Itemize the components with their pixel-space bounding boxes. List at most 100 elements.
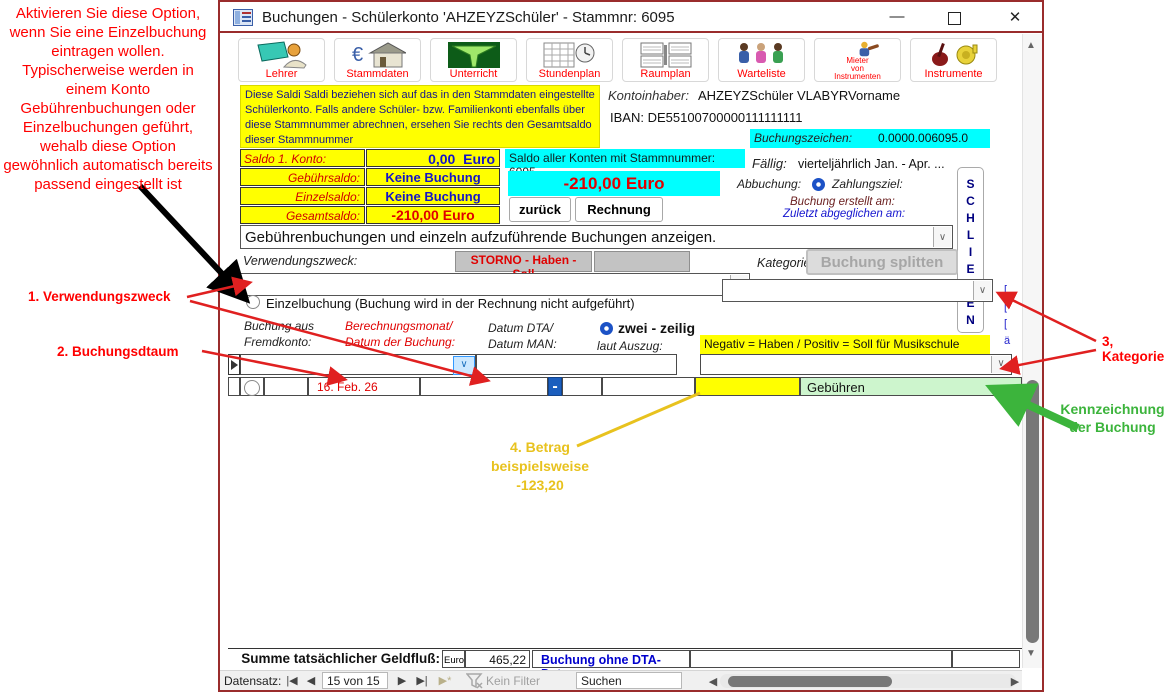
iban-value: IBAN: DE55100700000111111111 (610, 110, 803, 125)
timetable-icon (542, 41, 598, 69)
chevron-down-icon[interactable]: ∨ (991, 356, 1010, 373)
last-record-button[interactable]: ▶| (412, 672, 432, 690)
vertical-scrollbar-track[interactable]: ▲ ▼ (1022, 34, 1042, 668)
buchungszeichen-label: Buchungszeichen: (754, 131, 852, 145)
fremdkonto-label: Buchung aus Fremdkonto: (244, 318, 314, 350)
scroll-down-icon[interactable]: ▼ (1026, 648, 1036, 659)
grid-cell-option[interactable] (240, 377, 264, 396)
toolbar-button-warteliste[interactable]: Warteliste (718, 38, 805, 82)
chevron-down-icon[interactable]: ∨ (973, 281, 991, 300)
previous-record-button[interactable]: ◀ (303, 672, 319, 690)
summary-currency-box: Euro (442, 650, 465, 668)
grid-cell[interactable] (264, 377, 308, 396)
close-button[interactable]: ✕ (1000, 8, 1030, 28)
window-title: Buchungen - Schülerkonto 'AHZEYZSchüler'… (262, 9, 675, 26)
waitlist-icon (734, 41, 790, 69)
toolbar-button-raumplan[interactable]: Raumplan (622, 38, 709, 82)
annotation-kennzeichnung: Kennzeichnung der Buchung (1050, 400, 1175, 436)
next-record-button[interactable]: ▶ (394, 672, 410, 690)
split-booking-button[interactable]: Buchung splitten (806, 249, 958, 275)
abbuchung-label: Abbuchung: (737, 177, 801, 191)
chevron-down-icon[interactable]: ∨ (453, 356, 475, 375)
toolbar-button-label: Instrumente (924, 69, 982, 80)
horizontal-scrollbar-track[interactable] (720, 674, 1016, 688)
vertical-scrollbar-thumb[interactable] (1026, 380, 1039, 643)
toolbar-button-label: Mieter von Instrumenten (834, 57, 881, 81)
einzelsaldo-label: Einzelsaldo: (295, 190, 360, 204)
minimize-button[interactable]: — (882, 8, 912, 28)
annotation-kategorie: 3, Kategorie (1102, 334, 1175, 364)
grid-cell-date[interactable]: 16. Feb. 26 (308, 377, 420, 396)
storno-button[interactable]: STORNO - Haben - Soll (455, 251, 592, 272)
master-data-icon: € (350, 41, 406, 69)
annotation-buchungsdatum: 2. Buchungsdtaum (57, 344, 179, 359)
invoice-button[interactable]: Rechnung (575, 197, 663, 222)
toolbar-button-stammdaten[interactable]: € Stammdaten (334, 38, 421, 82)
laut-auszug-label: laut Auszug: (597, 339, 663, 353)
storno-secondary-button[interactable] (594, 251, 690, 272)
summary-separator (228, 648, 1022, 649)
zweizeilig-radio[interactable] (600, 322, 613, 335)
grid-row-selector[interactable] (228, 377, 240, 396)
record-position-box[interactable]: 15 von 15 (322, 672, 388, 689)
abbuchung-radio[interactable] (812, 178, 825, 191)
horizontal-scrollbar-thumb[interactable] (728, 676, 892, 687)
toolbar-button-stundenplan[interactable]: Stundenplan (526, 38, 613, 82)
summary-label: Summe tatsächlicher Geldfluß: (230, 650, 440, 668)
back-button[interactable]: zurück (509, 197, 571, 222)
lesson-icon (446, 41, 502, 69)
filter-status-label[interactable]: Kein Filter (486, 674, 540, 688)
verwendungszweck-combobox[interactable]: ∨ (240, 273, 750, 296)
search-input[interactable]: Suchen (576, 672, 682, 689)
toolbar-button-label: Stundenplan (539, 69, 601, 80)
first-record-button[interactable]: |◀ (282, 672, 302, 690)
summary-value-box: 465,22 (465, 650, 530, 668)
grid-cell[interactable] (562, 377, 602, 396)
toolbar-button-unterricht[interactable]: Unterricht (430, 38, 517, 82)
gesamtsaldo-label: Gesamtsaldo: (286, 209, 360, 223)
booking-filter-dropdown[interactable]: Gebührenbuchungen und einzeln aufzuführe… (240, 225, 953, 249)
tutorial-note: Aktivieren Sie diese Option, wenn Sie ei… (2, 4, 214, 194)
toolbar-button-label: Raumplan (640, 69, 690, 80)
saldo-row-value: Keine Buchung (366, 168, 500, 186)
toolbar-button-lehrer[interactable]: Lehrer (238, 38, 325, 82)
form-icon (233, 9, 253, 26)
hscroll-right-button[interactable]: ▶ (1008, 673, 1022, 691)
kategorie-combobox[interactable]: ∨ (722, 279, 993, 302)
record-nav-label: Datensatz: (224, 674, 281, 688)
grid-filter-combo-left[interactable]: ∨ (240, 354, 476, 375)
gesamtsaldo-value: -210,00 Euro (391, 207, 474, 223)
hscroll-left-button[interactable]: ◀ (706, 673, 720, 691)
grid-cell[interactable] (602, 377, 695, 396)
grid-filter-field[interactable] (476, 354, 677, 375)
gebuehrsaldo-label: Gebührsaldo: (288, 171, 360, 185)
annotation-betrag: 4. Betrag beispielsweise -123,20 (465, 438, 615, 495)
faellig-label: Fällig: (752, 156, 787, 171)
scroll-up-icon[interactable]: ▲ (1026, 40, 1036, 51)
instrument-renters-icon (830, 41, 886, 57)
chevron-down-icon[interactable]: ∨ (933, 227, 951, 247)
svg-text:€: € (352, 44, 363, 66)
created-at-label: Buchung erstellt am: (790, 196, 895, 208)
grid-filter-combo-right[interactable]: ∨ (700, 354, 1012, 375)
grid-cell-kennzeichnung[interactable]: Gebühren (800, 377, 1022, 396)
faellig-value: vierteljährlich Jan. - Apr. ... (798, 157, 945, 171)
saldo-row-value: Keine Buchung (366, 187, 500, 205)
grid-cell[interactable] (420, 377, 548, 396)
schliessen-button[interactable]: S C H L I E ß E N (957, 167, 984, 333)
row-radio[interactable] (244, 380, 260, 396)
title-bar: Buchungen - Schülerkonto 'AHZEYZSchüler'… (220, 2, 1042, 33)
grid-cell-minus[interactable]: - (548, 377, 562, 396)
annotation-verwendungszweck: 1. Verwendungszweck (28, 289, 171, 304)
grid-cell-amount[interactable] (695, 377, 800, 396)
toolbar-button-instrumente[interactable]: Instrumente (910, 38, 997, 82)
tutorial-note-paragraph-2: Typischerweise werden in einem Konto Geb… (2, 61, 214, 194)
toolbar-button-mieter[interactable]: Mieter von Instrumenten (814, 38, 901, 82)
new-record-button[interactable]: ▶* (434, 672, 456, 690)
maximize-button[interactable] (948, 12, 961, 25)
saldo-1-konto-label: Saldo 1. Konto: (244, 152, 326, 166)
summary-value: 465,22 (489, 653, 526, 667)
record-navigation-bar: Datensatz: |◀ ◀ 15 von 15 ▶ ▶| ▶* Kein F… (220, 670, 1022, 690)
einzelbuchung-radio[interactable] (246, 295, 260, 309)
summary-empty-box (952, 650, 1020, 668)
